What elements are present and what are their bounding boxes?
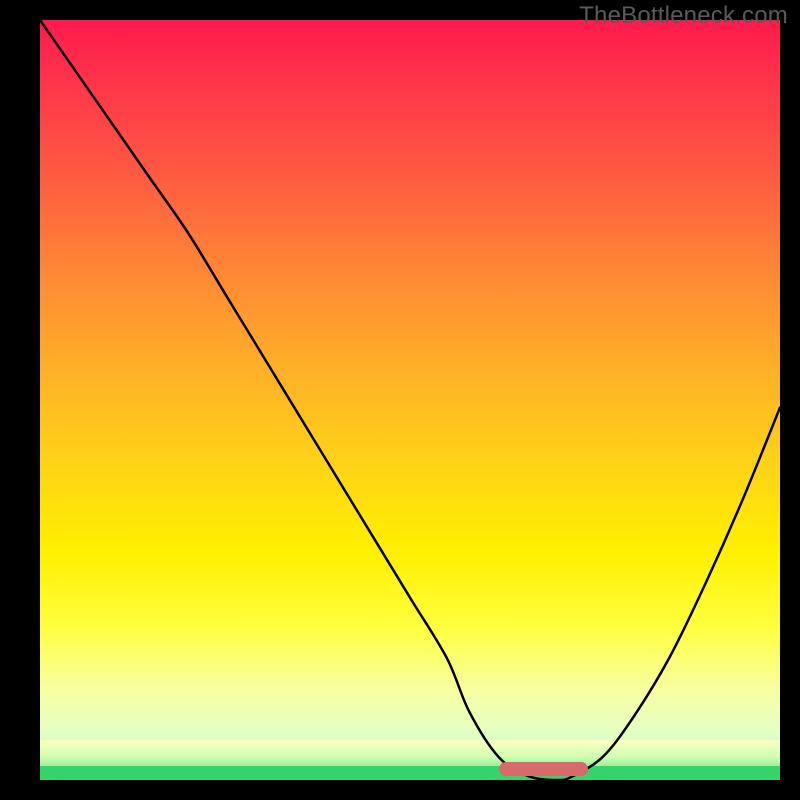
minimum-marker (499, 762, 588, 776)
plot-area (40, 20, 780, 780)
chart-frame: TheBottleneck.com (0, 0, 800, 800)
bottleneck-curve (40, 20, 780, 780)
watermark-label: TheBottleneck.com (579, 2, 788, 30)
